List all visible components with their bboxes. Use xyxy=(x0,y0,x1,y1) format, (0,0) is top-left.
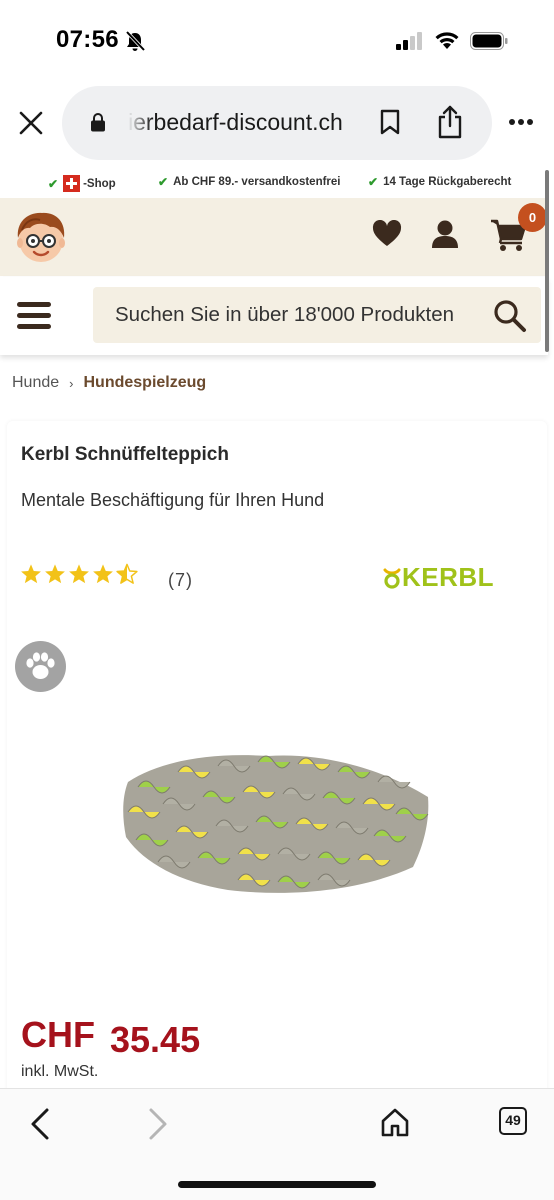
user-icon[interactable] xyxy=(431,219,459,249)
swiss-flag-icon xyxy=(63,175,81,192)
cellular-signal-icon xyxy=(396,32,422,50)
star-full-icon xyxy=(93,564,113,584)
back-icon[interactable] xyxy=(28,1107,52,1141)
forward-icon[interactable] xyxy=(146,1107,170,1141)
more-icon[interactable] xyxy=(508,118,534,126)
cart-count-badge[interactable]: 0 xyxy=(518,203,547,232)
trust-bar: ✔ -Shop ✔ Ab CHF 89.- versandkostenfrei … xyxy=(0,170,548,196)
trust-label: 14 Tage Rückgaberecht xyxy=(383,176,512,188)
price-currency: CHF xyxy=(21,1014,95,1055)
chevron-right-icon: › xyxy=(69,375,74,391)
share-icon[interactable] xyxy=(436,104,464,140)
breadcrumb: Hunde › Hundespielzeug xyxy=(12,374,206,392)
bookmark-icon[interactable] xyxy=(378,108,402,136)
kerbl-leaf-icon xyxy=(383,568,401,589)
tabs-icon[interactable]: 49 xyxy=(499,1107,527,1135)
home-icon[interactable] xyxy=(380,1107,410,1137)
trust-item-returns: ✔ 14 Tage Rückgaberecht xyxy=(368,175,511,189)
trust-item-swiss-shop: ✔ -Shop xyxy=(48,175,116,192)
close-icon[interactable] xyxy=(16,108,46,138)
search-placeholder: Suchen Sie in über 18'000 Produkten xyxy=(115,303,454,326)
menu-icon[interactable] xyxy=(17,302,51,330)
brand-logo[interactable]: KERBL xyxy=(382,562,494,593)
search-icon[interactable] xyxy=(493,299,527,333)
star-full-icon xyxy=(21,564,41,584)
vat-note: inkl. MwSt. xyxy=(21,1063,99,1080)
star-full-icon xyxy=(69,564,89,584)
product-image[interactable] xyxy=(118,742,434,900)
price-value: 35.45 xyxy=(110,1019,201,1060)
star-half-icon xyxy=(116,563,138,584)
product-subtitle: Mentale Beschäftigung für Ihren Hund xyxy=(21,490,325,510)
url-fade xyxy=(128,104,152,142)
check-icon: ✔ xyxy=(368,175,379,189)
address-bar[interactable]: ierbedarf-discount.ch xyxy=(62,86,492,160)
browser-address-row: ierbedarf-discount.ch xyxy=(0,86,554,160)
logo[interactable] xyxy=(12,208,70,266)
battery-icon xyxy=(470,32,508,50)
search-row: Suchen Sie in über 18'000 Produkten xyxy=(0,277,548,355)
check-icon: ✔ xyxy=(158,175,169,189)
search-input[interactable]: Suchen Sie in über 18'000 Produkten xyxy=(93,287,541,343)
breadcrumb-current[interactable]: Hundespielzeug xyxy=(84,374,207,392)
home-indicator xyxy=(178,1181,376,1188)
wifi-icon xyxy=(435,32,459,49)
url-text: ierbedarf-discount.ch xyxy=(128,109,343,135)
scrollbar[interactable] xyxy=(545,170,549,352)
trust-label: Ab CHF 89.- versandkostenfrei xyxy=(173,176,341,188)
trust-label: -Shop xyxy=(83,177,116,190)
review-count[interactable]: (7) xyxy=(168,570,193,591)
status-time: 07:56 xyxy=(56,26,119,53)
product-title: Kerbl Schnüffelteppich xyxy=(21,444,229,465)
trust-item-shipping: ✔ Ab CHF 89.- versandkostenfrei xyxy=(158,175,341,189)
paw-icon[interactable] xyxy=(15,641,66,692)
rating-stars[interactable] xyxy=(20,563,140,585)
status-bar: 07:56 xyxy=(0,0,554,84)
heart-icon[interactable] xyxy=(372,220,402,248)
check-icon: ✔ xyxy=(48,176,59,191)
lock-icon xyxy=(91,113,105,132)
brand-name: KERBL xyxy=(402,562,495,592)
breadcrumb-link-hunde[interactable]: Hunde xyxy=(12,374,59,392)
bell-muted-icon xyxy=(125,30,146,52)
star-full-icon xyxy=(45,564,65,584)
site-header xyxy=(0,198,548,276)
